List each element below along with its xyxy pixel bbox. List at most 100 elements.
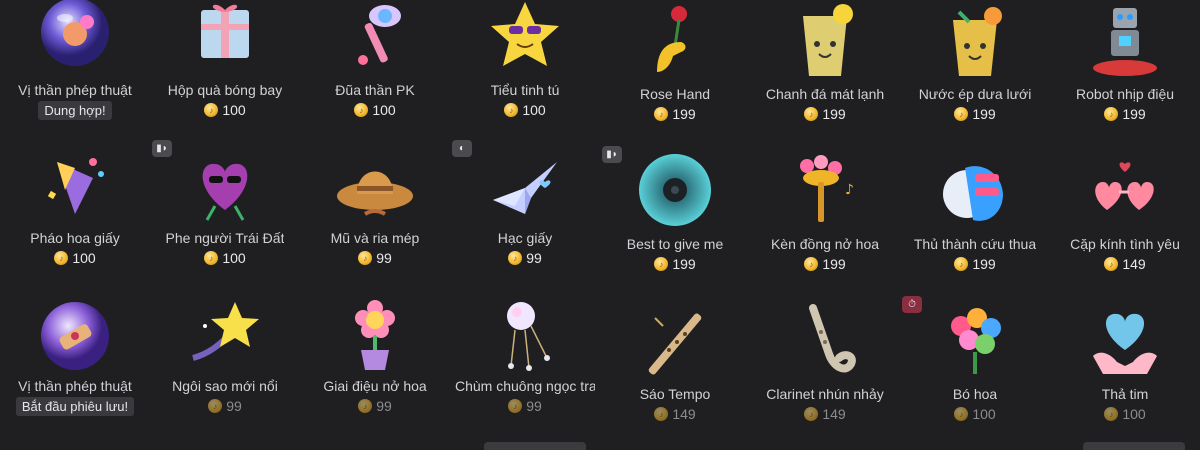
bouquet-icon — [930, 304, 1020, 384]
gift-item[interactable]: ⏱ Bó hoa ♪ 100 — [900, 296, 1050, 422]
gift-name: Chanh đá mát lạnh — [765, 86, 885, 102]
price-value: 99 — [376, 398, 392, 414]
price-value: 99 — [376, 250, 392, 266]
gift-name: Bó hoa — [952, 386, 998, 402]
trumpet-flowers-icon: ♪ — [780, 154, 870, 234]
gift-item[interactable]: Rose Hand ♪ 199 — [600, 0, 750, 122]
gift-item[interactable]: Chùm chuông ngọc tra ♪ 99 — [450, 296, 600, 416]
gift-price: ♪ 99 — [208, 398, 242, 414]
gift-row: Pháo hoa giấy ♪ 100 ▮◗ Phe người Trái Đất… — [0, 140, 600, 266]
gift-price: ♪ 100 — [354, 102, 396, 118]
gift-row: Sáo Tempo ♪ 149 Clarinet nhún nhảy ♪ 149 ⏱… — [600, 296, 1200, 422]
gift-row: Vị thần phép thuật Bắt đầu phiêu lưu! Ng… — [0, 296, 600, 416]
heart-glasses-icon — [1080, 154, 1170, 234]
gift-price: ♪ 149 — [654, 406, 696, 422]
gift-price: ♪ 100 — [954, 406, 996, 422]
gift-name: Cặp kính tình yêu — [1070, 236, 1180, 252]
gift-name: Ngôi sao mới nổi — [172, 378, 278, 394]
gift-name: Kèn đồng nở hoa — [770, 236, 880, 252]
gift-name: Rose Hand — [639, 86, 711, 102]
gift-item[interactable]: Hộp quà bóng bay ♪ 100 — [150, 0, 300, 120]
timer-icon: ⏱ — [902, 296, 922, 313]
gift-item[interactable]: Pháo hoa giấy ♪ 100 — [0, 148, 150, 266]
price-value: 100 — [72, 250, 96, 266]
coin-icon: ♪ — [358, 399, 373, 413]
gift-name: Phe người Trái Đất — [165, 230, 285, 246]
price-value: 99 — [526, 250, 542, 266]
gift-name: Clarinet nhún nhảy — [766, 386, 884, 402]
price-value: 149 — [822, 406, 846, 422]
gift-price: ♪ 99 — [508, 250, 542, 266]
gift-name: Best to give me — [626, 236, 724, 252]
gift-item[interactable]: Đũa thần PK ♪ 100 — [300, 0, 450, 120]
gift-name: Mũ và ria mép — [330, 230, 420, 246]
gift-price: ♪ 149 — [1104, 256, 1146, 272]
gift-name: Nước ép dưa lưới — [918, 86, 1032, 102]
gift-name: Tiểu tinh tú — [490, 82, 560, 98]
rose-hand-icon — [630, 0, 720, 84]
gift-price: ♪ 100 — [1104, 406, 1146, 422]
price-value: 199 — [972, 106, 996, 122]
gift-item[interactable]: Robot nhịp điệu ♪ 199 — [1050, 0, 1200, 122]
gift-panel-right: Rose Hand ♪ 199 Chanh đá mát lạnh ♪ 199 Nư… — [600, 0, 1200, 450]
gift-name: Thả tim — [1101, 386, 1149, 402]
coin-icon: ♪ — [804, 257, 819, 271]
gift-item[interactable]: ◐ Hạc giấy ♪ 99 — [450, 140, 600, 266]
coin-icon: ♪ — [358, 251, 373, 265]
gift-item[interactable]: Ngôi sao mới nổi ♪ 99 — [150, 296, 300, 416]
gift-item[interactable]: Vị thần phép thuật Dung hợp! — [0, 0, 150, 120]
gift-item[interactable]: ▮◗ Best to give me ♪ 199 — [600, 146, 750, 272]
gift-item[interactable]: Thủ thành cứu thua ♪ 199 — [900, 154, 1050, 272]
gift-name: Sáo Tempo — [639, 386, 711, 402]
gift-row: Rose Hand ♪ 199 Chanh đá mát lạnh ♪ 199 Nư… — [600, 0, 1200, 122]
video-icon: ▮◗ — [602, 146, 622, 163]
price-value: 199 — [972, 256, 996, 272]
gift-item[interactable]: Sáo Tempo ♪ 149 — [600, 304, 750, 422]
magic-orb-icon — [30, 0, 120, 80]
lemonade-icon — [780, 0, 870, 84]
gift-name: Pháo hoa giấy — [30, 230, 120, 246]
price-value: 100 — [222, 102, 246, 118]
gift-item[interactable]: ▮◗ Phe người Trái Đất ♪ 100 — [150, 140, 300, 266]
coin-icon: ♪ — [1104, 257, 1119, 271]
gift-price: ♪ 100 — [504, 102, 546, 118]
gift-price: ♪ 199 — [804, 106, 846, 122]
gift-name: Đũa thần PK — [335, 82, 415, 98]
gift-box-icon — [180, 0, 270, 80]
gift-price: ♪ 199 — [654, 256, 696, 272]
scroll-handle[interactable] — [1083, 442, 1185, 450]
scroll-handle[interactable] — [484, 442, 586, 450]
gift-item[interactable]: Chanh đá mát lạnh ♪ 199 — [750, 0, 900, 122]
gift-item[interactable]: Tiểu tinh tú ♪ 100 — [450, 0, 600, 120]
coin-icon: ♪ — [804, 407, 819, 421]
gift-row: ▮◗ Best to give me ♪ 199 ♪ Kèn đồng nở ho… — [600, 146, 1200, 272]
gift-price: ♪ 100 — [54, 250, 96, 266]
coin-icon: ♪ — [208, 399, 223, 413]
gift-item[interactable]: Cặp kính tình yêu ♪ 149 — [1050, 154, 1200, 272]
gift-price: ♪ 199 — [654, 106, 696, 122]
price-value: 99 — [526, 398, 542, 414]
coin-icon: ♪ — [1104, 407, 1119, 421]
heart-hands-icon — [1080, 304, 1170, 384]
gift-name: Thủ thành cứu thua — [913, 236, 1037, 252]
gift-row: Vị thần phép thuật Dung hợp! Hộp quà bón… — [0, 0, 600, 120]
gift-item[interactable]: Vị thần phép thuật Bắt đầu phiêu lưu! — [0, 296, 150, 416]
gift-item[interactable]: Nước ép dưa lưới ♪ 199 — [900, 0, 1050, 122]
party-popper-icon — [30, 148, 120, 228]
coin-icon: ♪ — [804, 107, 819, 121]
gift-item[interactable]: Clarinet nhún nhảy ♪ 149 — [750, 304, 900, 422]
gift-item[interactable]: ♪ Kèn đồng nở hoa ♪ 199 — [750, 154, 900, 272]
coin-icon: ♪ — [204, 251, 219, 265]
gift-price: ♪ 199 — [1104, 106, 1146, 122]
flute-icon — [630, 304, 720, 384]
gift-item[interactable]: Giai điệu nở hoa ♪ 99 — [300, 296, 450, 416]
gift-item[interactable]: Mũ và ria mép ♪ 99 — [300, 148, 450, 266]
gift-price: ♪ 99 — [358, 398, 392, 414]
gift-price: ♪ 149 — [804, 406, 846, 422]
coin-icon: ♪ — [354, 103, 369, 117]
price-value: 100 — [972, 406, 996, 422]
gift-name: Hạc giấy — [497, 230, 553, 246]
gift-item[interactable]: Thả tim ♪ 100 — [1050, 304, 1200, 422]
video-icon: ▮◗ — [152, 140, 172, 157]
price-value: 100 — [522, 102, 546, 118]
